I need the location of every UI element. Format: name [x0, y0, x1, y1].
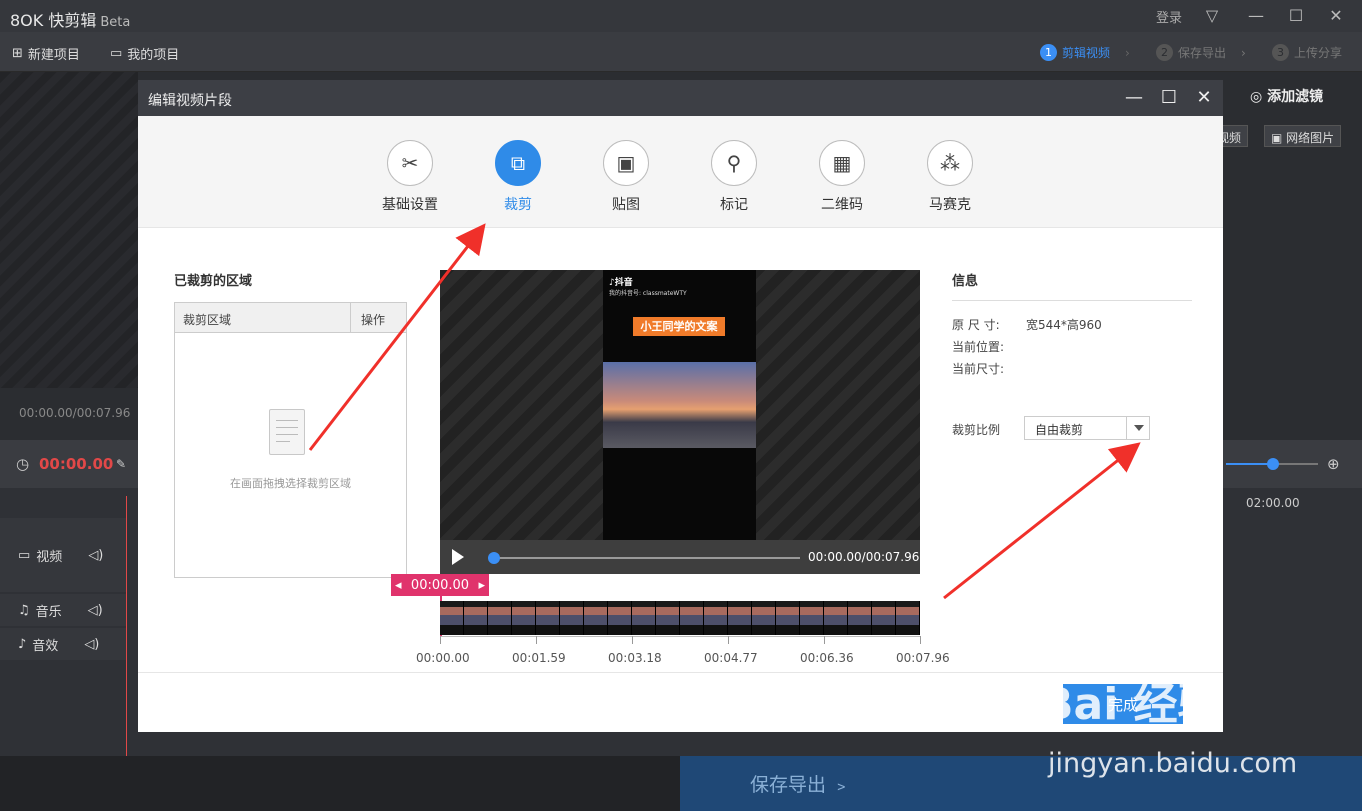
arrow-to-crop-tab	[308, 223, 486, 451]
baidu-watermark: Bai 经验	[1040, 679, 1222, 730]
baidu-watermark-url: jingyan.baidu.com	[1048, 748, 1298, 779]
arrow-to-ratio-select	[943, 442, 1141, 600]
